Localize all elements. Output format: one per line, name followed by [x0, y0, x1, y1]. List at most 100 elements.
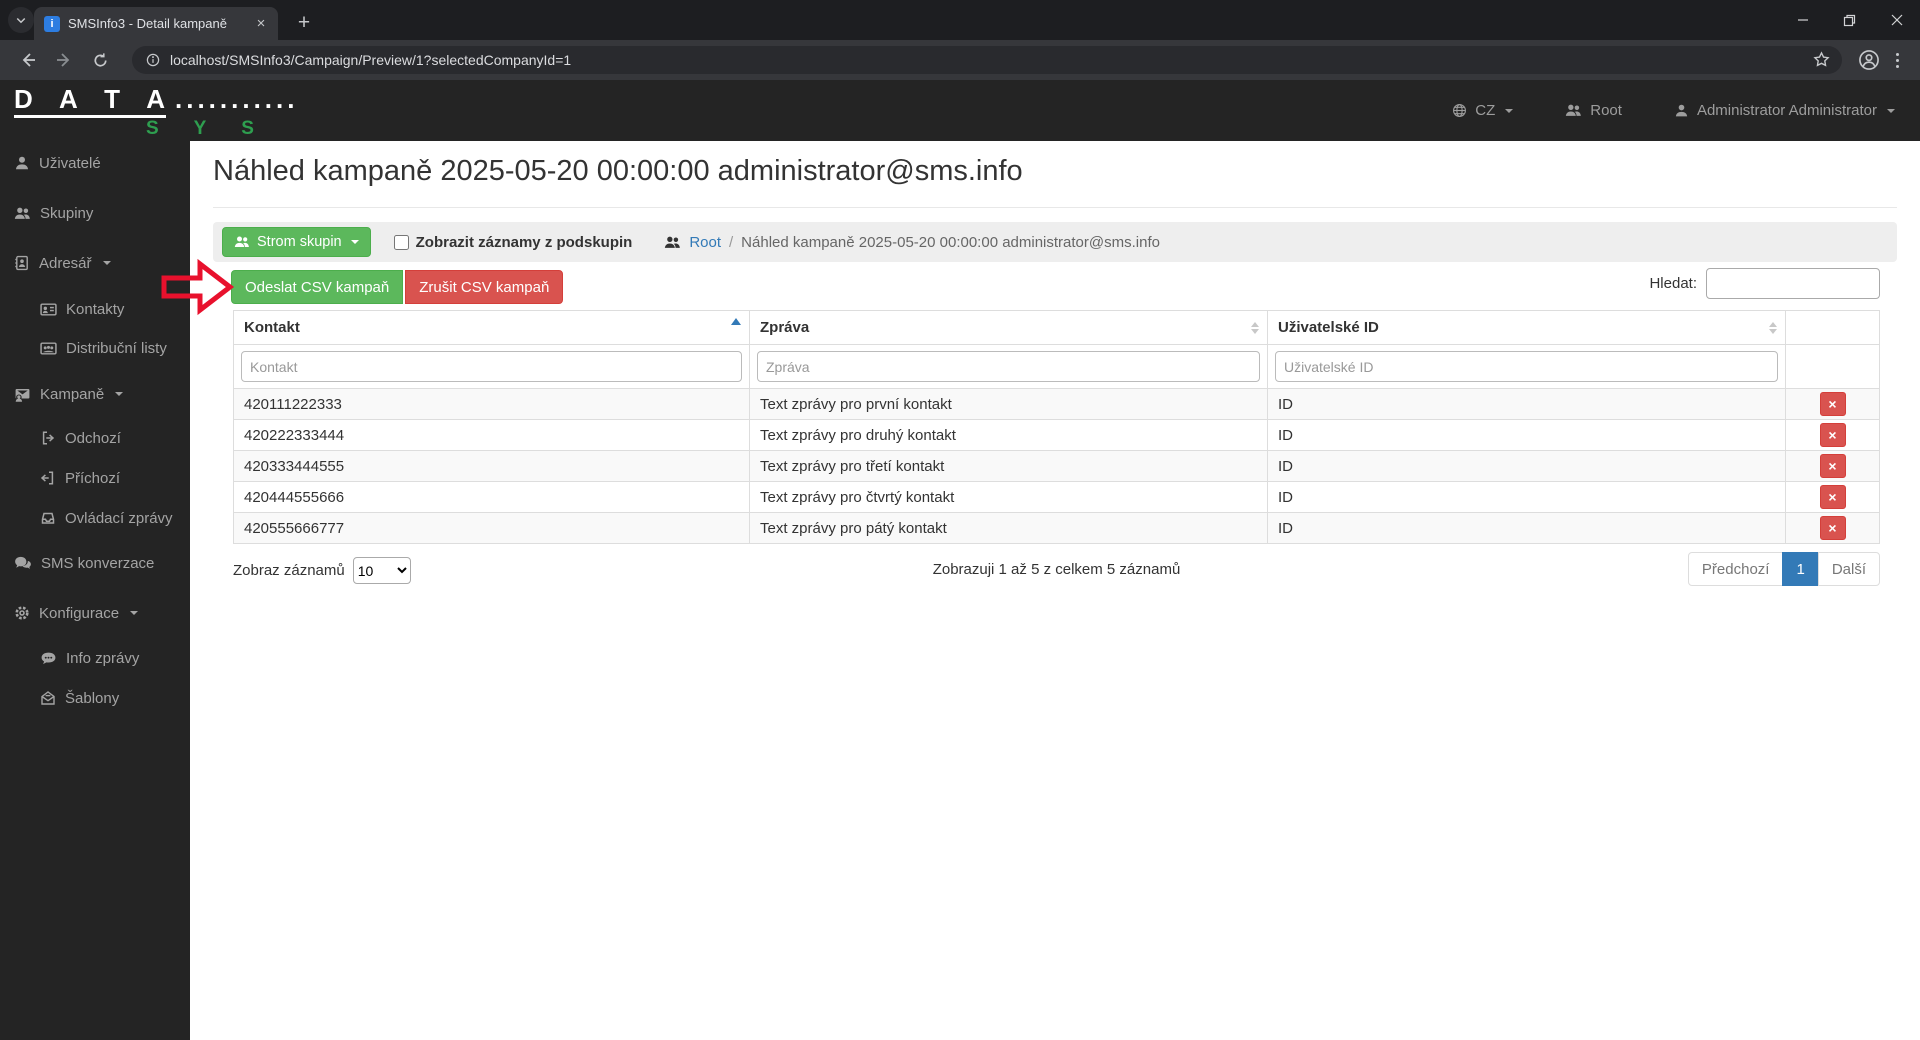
chevron-down-icon — [16, 17, 26, 24]
table-row: 420333444555 Text zprávy pro třetí konta… — [234, 450, 1879, 481]
cell-kontakt: 420111222333 — [234, 389, 750, 419]
sidebar-item-konfigurace[interactable]: Konfigurace — [14, 603, 139, 623]
send-csv-button[interactable]: Odeslat CSV kampaň — [231, 270, 404, 304]
outgoing-icon — [42, 431, 55, 445]
caret-down-icon — [1505, 108, 1514, 113]
sidebar-item-sablony[interactable]: Šablony — [40, 688, 119, 708]
back-icon — [22, 53, 35, 67]
sidebar-item-ovladaci-zpravy[interactable]: Ovládací zprávy — [40, 508, 173, 528]
logo-subtext: S Y S — [146, 118, 269, 139]
restore-button[interactable] — [1826, 0, 1873, 40]
sidebar-item-kontakty[interactable]: Kontakty — [40, 299, 124, 319]
caret-down-icon — [1887, 108, 1895, 113]
reload-icon — [93, 52, 107, 66]
cell-kontakt: 420222333444 — [234, 420, 750, 450]
delete-row-button[interactable]: × — [1819, 516, 1846, 540]
table-search: Hledat: — [1649, 268, 1880, 299]
filter-uzivatelske-id-input[interactable] — [1275, 351, 1778, 382]
tab-favicon: i — [44, 15, 60, 32]
omnibox[interactable]: localhost/SMSInfo3/Campaign/Preview/1?se… — [132, 46, 1842, 74]
group-tree-button[interactable]: Strom skupin — [222, 227, 371, 257]
sidebar-item-info-zpravy[interactable]: Info zprávy — [40, 648, 139, 668]
table-filter-row — [234, 344, 1879, 388]
cell-kontakt: 420333444555 — [234, 451, 750, 481]
browser-tab[interactable]: i SMSInfo3 - Detail kampaně × — [34, 7, 278, 40]
cell-uzivatelske-id: ID — [1268, 420, 1786, 450]
sort-icon — [1769, 321, 1777, 334]
new-tab-button[interactable]: + — [290, 9, 318, 37]
campaign-table: Kontakt Zpráva Uživatelské ID 4201112223… — [233, 310, 1880, 544]
delete-row-button[interactable]: × — [1819, 485, 1846, 509]
table-footer: Zobraz záznamů 10 Zobrazuji 1 až 5 z cel… — [233, 552, 1880, 588]
bookmark-star-button[interactable] — [1813, 51, 1830, 73]
search-label: Hledat: — [1649, 275, 1697, 292]
cell-zprava: Text zprávy pro první kontakt — [750, 389, 1268, 419]
cell-kontakt: 420444555666 — [234, 482, 750, 512]
profile-button[interactable] — [1856, 47, 1882, 73]
sidebar-item-kampane[interactable]: Kampaně — [14, 384, 124, 404]
users-icon — [14, 207, 30, 219]
next-page-button[interactable]: Další — [1817, 552, 1880, 586]
previous-page-button[interactable]: Předchozí — [1687, 552, 1784, 586]
cancel-csv-button[interactable]: Zrušit CSV kampaň — [405, 270, 564, 304]
column-header-uzivatelske-id[interactable]: Uživatelské ID — [1268, 311, 1786, 344]
star-icon — [1813, 51, 1830, 67]
csv-actions: Odeslat CSV kampaň Zrušit CSV kampaň — [231, 270, 564, 304]
tab-close-button[interactable]: × — [252, 15, 270, 33]
user-label: Administrator Administrator — [1696, 102, 1877, 119]
sort-asc-icon — [731, 318, 741, 325]
language-selector[interactable]: CZ — [1452, 102, 1514, 119]
gear-icon — [15, 606, 29, 620]
subgroup-checkbox[interactable] — [393, 234, 409, 250]
page-1-button[interactable]: 1 — [1782, 552, 1819, 586]
sidebar-item-uzivatele[interactable]: Uživatelé — [14, 153, 101, 173]
globe-icon — [1453, 104, 1467, 117]
reload-button[interactable] — [85, 45, 115, 75]
sidebar-item-skupiny[interactable]: Skupiny — [14, 203, 93, 223]
caret-down-icon — [350, 240, 359, 244]
table-header-row: Kontakt Zpráva Uživatelské ID — [234, 311, 1879, 344]
sidebar-item-sms-konverzace[interactable]: SMS konverzace — [14, 553, 154, 573]
filter-kontakt-input[interactable] — [241, 351, 742, 382]
user-icon — [1675, 104, 1688, 117]
breadcrumb-root-link[interactable]: Root — [689, 234, 721, 251]
logo-text: D A T A — [14, 84, 175, 114]
forward-icon — [57, 53, 70, 67]
delete-row-button[interactable]: × — [1819, 454, 1846, 478]
search-input[interactable] — [1706, 268, 1880, 299]
column-header-kontakt[interactable]: Kontakt — [234, 311, 750, 344]
column-header-zprava[interactable]: Zpráva — [750, 311, 1268, 344]
close-window-button[interactable] — [1873, 0, 1920, 40]
users-icon — [1566, 104, 1582, 116]
page-title: Náhled kampaně 2025-05-20 00:00:00 admin… — [213, 155, 1023, 187]
info-messages-icon — [41, 652, 56, 664]
delete-row-button[interactable]: × — [1819, 423, 1846, 447]
forward-button[interactable] — [49, 45, 79, 75]
tab-search-button[interactable] — [8, 7, 34, 33]
group-indicator[interactable]: Root — [1565, 102, 1622, 119]
back-button[interactable] — [13, 45, 43, 75]
table-row: 420222333444 Text zprávy pro druhý konta… — [234, 419, 1879, 450]
minimize-icon — [1797, 19, 1808, 21]
browser-address-bar: localhost/SMSInfo3/Campaign/Preview/1?se… — [0, 40, 1920, 80]
browser-menu-button[interactable] — [1888, 46, 1906, 74]
filter-zprava-input[interactable] — [757, 351, 1260, 382]
control-messages-icon — [41, 512, 55, 524]
breadcrumb-current: Náhled kampaně 2025-05-20 00:00:00 admin… — [741, 233, 1160, 251]
page-info-icon[interactable] — [146, 53, 160, 67]
sidebar-item-adresar[interactable]: Adresář — [14, 253, 111, 273]
incoming-icon — [40, 471, 54, 485]
sidebar-item-prichozi[interactable]: Příchozí — [40, 468, 120, 488]
user-menu[interactable]: Administrator Administrator — [1674, 102, 1895, 119]
minimize-button[interactable] — [1779, 0, 1826, 40]
browser-tab-bar: i SMSInfo3 - Detail kampaně × + — [0, 0, 1920, 40]
sidebar-item-distribucni-listy[interactable]: Distribuční listy — [40, 338, 167, 358]
logo-underline — [14, 115, 166, 118]
users-icon — [234, 236, 249, 247]
address-book-icon — [15, 255, 28, 271]
delete-row-button[interactable]: × — [1819, 392, 1846, 416]
title-divider — [213, 207, 1897, 208]
sidebar-item-odchozi[interactable]: Odchozí — [40, 428, 121, 448]
cell-zprava: Text zprávy pro druhý kontakt — [750, 420, 1268, 450]
caret-down-icon — [130, 611, 139, 615]
